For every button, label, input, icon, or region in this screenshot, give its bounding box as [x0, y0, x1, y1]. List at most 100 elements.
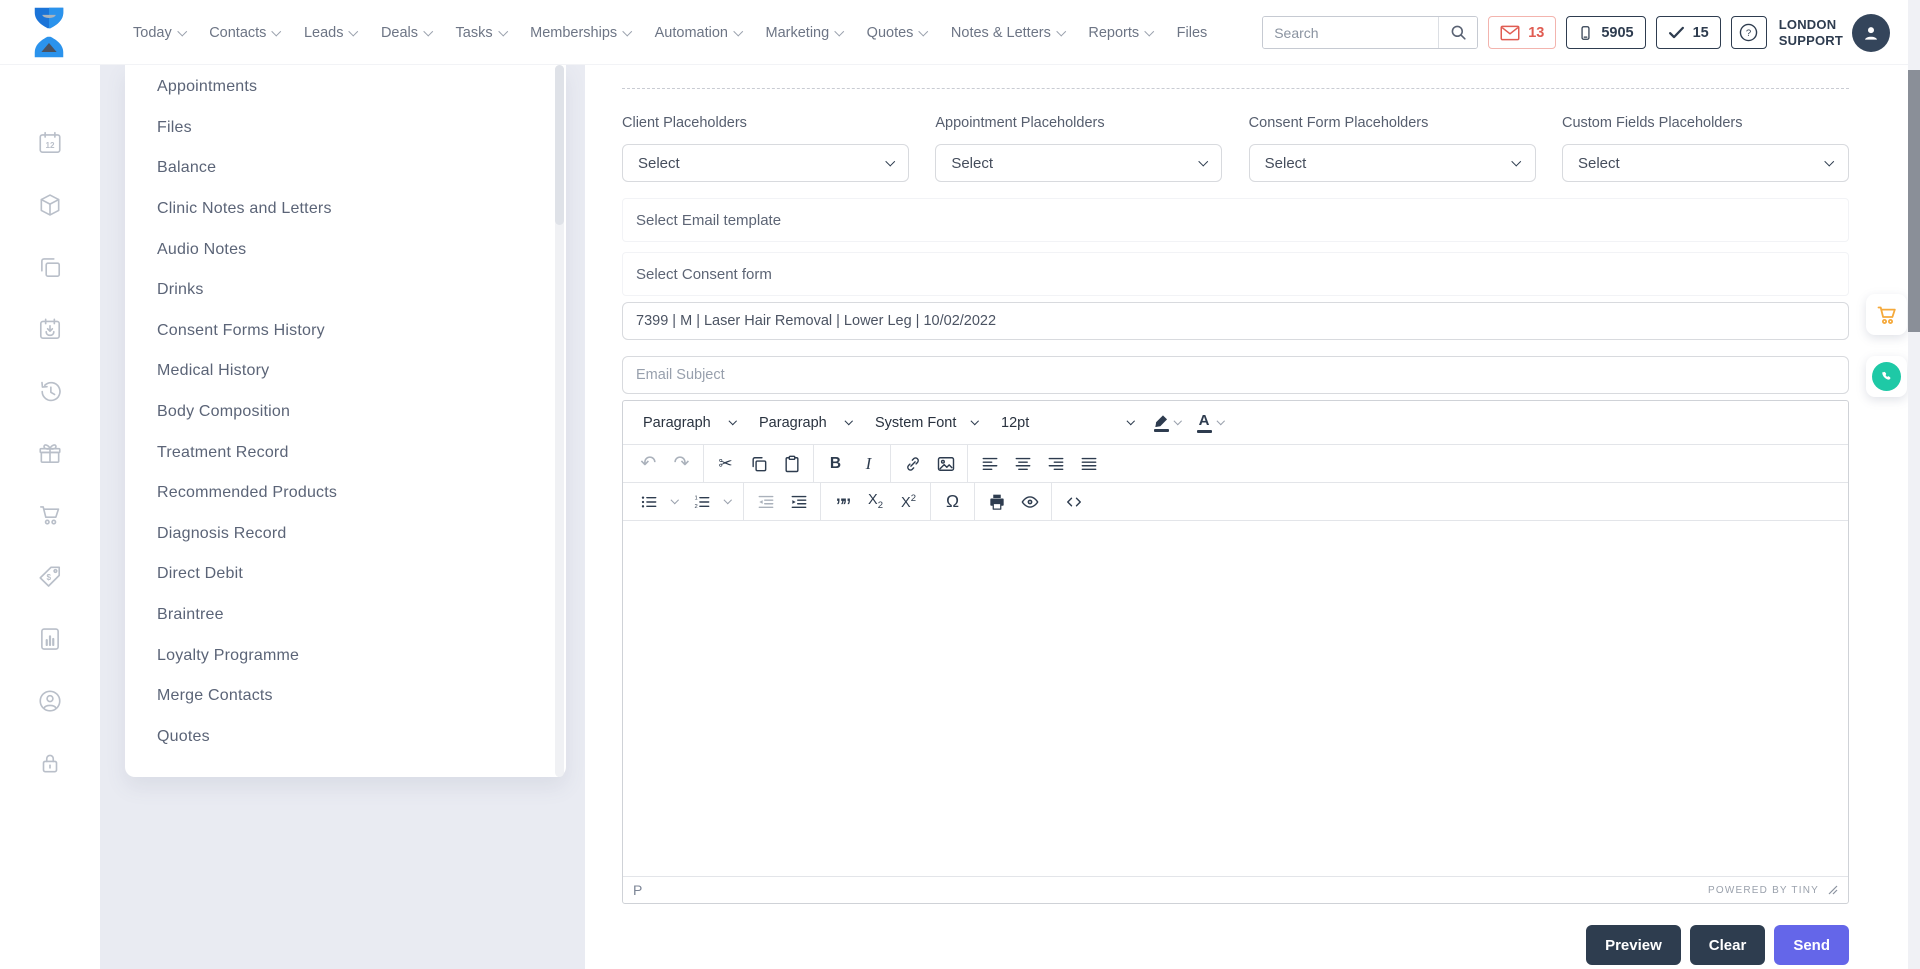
paste-button[interactable]	[775, 448, 808, 480]
nav-item-automation[interactable]: Automation	[655, 25, 742, 41]
nav-item-contacts[interactable]: Contacts	[209, 25, 280, 41]
nav-item-memberships[interactable]: Memberships	[530, 25, 631, 41]
highlight-color-button[interactable]	[1147, 406, 1187, 440]
insert-link-button[interactable]	[896, 448, 929, 480]
redo-button[interactable]: ↷	[665, 448, 698, 480]
report-icon[interactable]	[37, 626, 63, 652]
sidebar-item-direct-debit[interactable]: Direct Debit	[125, 554, 566, 595]
client-placeholders-select[interactable]: Select	[622, 144, 909, 182]
blockquote-button[interactable]: ””	[826, 486, 859, 518]
sidebar-item-merge-contacts[interactable]: Merge Contacts	[125, 676, 566, 717]
nav-item-tasks[interactable]: Tasks	[456, 25, 507, 41]
email-subject-field[interactable]	[622, 356, 1849, 394]
history-icon[interactable]	[37, 378, 63, 404]
email-badge[interactable]: 13	[1488, 16, 1556, 49]
search-input[interactable]	[1263, 17, 1438, 48]
align-center-button[interactable]	[1006, 448, 1039, 480]
font-size-dropdown[interactable]: 12pt	[991, 406, 1143, 440]
resize-handle[interactable]	[1828, 885, 1838, 895]
sidebar-item-clinic-notes[interactable]: Clinic Notes and Letters	[125, 189, 566, 230]
outdent-button[interactable]	[749, 486, 782, 518]
subscript-button[interactable]: X2	[859, 486, 892, 518]
lock-icon[interactable]	[37, 750, 63, 776]
sidebar-item-files[interactable]: Files	[125, 108, 566, 149]
align-right-button[interactable]	[1039, 448, 1072, 480]
page-scrollbar[interactable]	[1908, 0, 1920, 969]
account-menu[interactable]: LONDON SUPPORT	[1779, 14, 1890, 52]
sidebar-scroll-thumb[interactable]	[555, 65, 564, 225]
sidebar-item-braintree[interactable]: Braintree	[125, 595, 566, 636]
superscript-button[interactable]: X2	[892, 486, 925, 518]
numbered-list-options-button[interactable]	[718, 486, 738, 518]
cart-floating-button[interactable]	[1866, 294, 1907, 335]
consent-form-placeholders-select[interactable]: Select	[1249, 144, 1536, 182]
sidebar-item-consent-forms[interactable]: Consent Forms History	[125, 311, 566, 352]
nav-item-deals[interactable]: Deals	[381, 25, 432, 41]
sidebar-item-medical-history[interactable]: Medical History	[125, 351, 566, 392]
appointment-placeholders-select[interactable]: Select	[935, 144, 1222, 182]
source-code-button[interactable]	[1057, 486, 1090, 518]
gift-icon[interactable]	[37, 440, 63, 466]
sidebar-item-body-composition[interactable]: Body Composition	[125, 392, 566, 433]
cut-button[interactable]: ✂	[709, 448, 742, 480]
text-color-button[interactable]: A	[1191, 406, 1230, 440]
recipient-field[interactable]	[622, 302, 1849, 340]
copy-button[interactable]	[742, 448, 775, 480]
calls-badge[interactable]: 5905	[1566, 16, 1645, 49]
numbered-list-button[interactable]: 12	[685, 486, 718, 518]
special-character-button[interactable]: Ω	[936, 486, 969, 518]
element-path[interactable]: P	[633, 882, 642, 898]
print-button[interactable]	[980, 486, 1013, 518]
sidebar-scrollbar[interactable]	[555, 65, 564, 777]
preview-button[interactable]: Preview	[1586, 925, 1681, 965]
calendar-icon[interactable]: 12	[37, 130, 63, 156]
sidebar-item-treatment-record[interactable]: Treatment Record	[125, 432, 566, 473]
phone-floating-button[interactable]	[1866, 356, 1907, 397]
sidebar-item-recommended-products[interactable]: Recommended Products	[125, 473, 566, 514]
package-icon[interactable]	[37, 192, 63, 218]
select-consent-form[interactable]: Select Consent form	[622, 252, 1849, 296]
search-button[interactable]	[1438, 17, 1477, 48]
font-family-dropdown[interactable]: System Font	[865, 406, 987, 440]
sidebar-item-diagnosis-record[interactable]: Diagnosis Record	[125, 514, 566, 555]
editor-body[interactable]	[623, 521, 1848, 876]
price-tag-icon[interactable]: $	[37, 564, 63, 590]
nav-item-notes-letters[interactable]: Notes & Letters	[951, 25, 1064, 41]
italic-button[interactable]: I	[852, 448, 885, 480]
sidebar-item-audio-notes[interactable]: Audio Notes	[125, 229, 566, 270]
tasks-badge[interactable]: 15	[1656, 16, 1721, 49]
nav-item-files[interactable]: Files	[1177, 25, 1208, 41]
bullet-list-options-button[interactable]	[665, 486, 685, 518]
nav-item-reports[interactable]: Reports	[1088, 25, 1152, 41]
clear-button[interactable]: Clear	[1690, 925, 1766, 965]
copy-pages-icon[interactable]	[37, 254, 63, 280]
paragraph-style-dropdown[interactable]: Paragraph	[749, 406, 861, 440]
sidebar-item-appointments[interactable]: Appointments	[125, 67, 566, 108]
nav-item-leads[interactable]: Leads	[304, 25, 357, 41]
select-email-template[interactable]: Select Email template	[622, 198, 1849, 242]
send-button[interactable]: Send	[1774, 925, 1849, 965]
sidebar-item-loyalty-programme[interactable]: Loyalty Programme	[125, 635, 566, 676]
sidebar-item-balance[interactable]: Balance	[125, 148, 566, 189]
sidebar-item-quotes[interactable]: Quotes	[125, 717, 566, 758]
justify-button[interactable]	[1072, 448, 1105, 480]
sidebar-item-drinks[interactable]: Drinks	[125, 270, 566, 311]
tiny-branding[interactable]: POWERED BY TINY	[1708, 885, 1819, 896]
insert-image-button[interactable]	[929, 448, 962, 480]
page-scroll-thumb[interactable]	[1908, 70, 1920, 332]
cart-icon[interactable]	[37, 502, 63, 528]
bold-button[interactable]: B	[819, 448, 852, 480]
nav-item-marketing[interactable]: Marketing	[766, 25, 843, 41]
help-button[interactable]: ?	[1731, 16, 1767, 49]
account-switch-icon[interactable]	[37, 688, 63, 714]
hourglass-logo[interactable]	[30, 6, 68, 59]
custom-fields-placeholders-select[interactable]: Select	[1562, 144, 1849, 182]
bullet-list-button[interactable]	[632, 486, 665, 518]
nav-item-today[interactable]: Today	[133, 25, 185, 41]
indent-button[interactable]	[782, 486, 815, 518]
calendar-bag-icon[interactable]	[37, 316, 63, 342]
align-left-button[interactable]	[973, 448, 1006, 480]
avatar[interactable]	[1852, 14, 1890, 52]
undo-button[interactable]: ↶	[632, 448, 665, 480]
nav-item-quotes[interactable]: Quotes	[867, 25, 927, 41]
